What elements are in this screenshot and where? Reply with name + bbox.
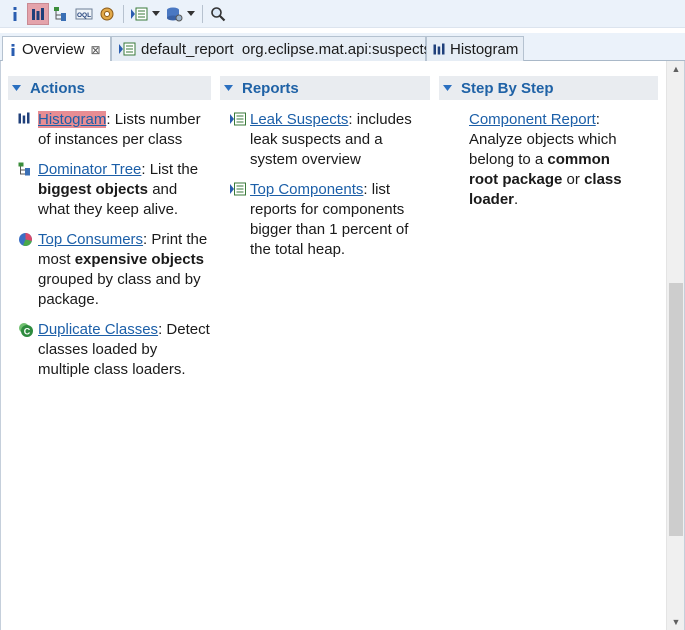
component-report-link[interactable]: Component Report [469, 111, 596, 128]
actions-section: Actions Histogram: Lists number of insta… [8, 76, 211, 380]
tab-histogram-label: Histogram [450, 40, 519, 58]
main-toolbar: OQL [0, 0, 685, 28]
reports-section: Reports Leak Suspects: includes leak sus… [220, 76, 430, 260]
duplicate-classes-link[interactable]: Duplicate Classes [38, 321, 158, 338]
heap-dump-details-icon[interactable] [96, 3, 118, 25]
step-component-report: Component Report: Analyze objects which … [439, 110, 658, 210]
tab-overview-label: Overview [22, 41, 85, 58]
dominator-tree-bold: biggest objects [38, 181, 149, 198]
action-dominator-tree: Dominator Tree: List the biggest objects… [8, 160, 211, 220]
histogram-icon [433, 43, 445, 55]
action-histogram: Histogram: Lists number of instances per… [8, 110, 211, 150]
step-by-step-title: Step By Step [461, 79, 554, 97]
oql-icon-label: OQL [77, 12, 91, 19]
report-icon [230, 180, 250, 260]
component-report-text-after: . [514, 191, 519, 208]
query-browser-icon[interactable] [163, 3, 185, 25]
info-icon [9, 43, 17, 57]
vertical-scrollbar[interactable]: ▲ ▼ [666, 61, 684, 630]
search-icon[interactable] [207, 3, 229, 25]
run-report-icon[interactable] [128, 3, 150, 25]
scroll-up-icon[interactable]: ▲ [667, 61, 685, 77]
tab-overview[interactable]: Overview ⊠ [2, 36, 111, 62]
report-leak-suspects: Leak Suspects: includes leak suspects an… [220, 110, 430, 170]
toolbar-separator [123, 4, 124, 23]
svg-text:C: C [24, 327, 31, 337]
top-consumers-text-after: grouped by class and by package. [38, 271, 201, 308]
duplicate-classes-icon: C [18, 320, 38, 380]
expand-triangle-icon [12, 85, 24, 91]
run-report-dropdown-icon[interactable] [151, 3, 161, 25]
actions-header[interactable]: Actions [8, 76, 211, 100]
oql-icon[interactable]: OQL [73, 3, 95, 25]
top-components-link[interactable]: Top Components [250, 181, 363, 198]
tab-histogram[interactable]: Histogram [426, 36, 524, 61]
dominator-tree-icon [18, 160, 38, 220]
actions-title: Actions [30, 79, 86, 97]
close-icon[interactable]: ⊠ [91, 43, 101, 57]
info-icon[interactable] [4, 3, 26, 25]
action-duplicate-classes: C Duplicate Classes: Detect classes load… [8, 320, 211, 380]
report-icon [230, 110, 250, 170]
histogram-icon [18, 110, 38, 150]
expand-triangle-icon [443, 85, 455, 91]
tab-default-report-label: default_report org.eclipse.mat.api:suspe… [141, 40, 432, 58]
histogram-link[interactable]: Histogram [38, 111, 107, 128]
reports-header[interactable]: Reports [220, 76, 430, 100]
expand-triangle-icon [224, 85, 236, 91]
scroll-thumb[interactable] [669, 283, 683, 536]
tab-default-report[interactable]: default_report org.eclipse.mat.api:suspe… [111, 36, 431, 61]
action-top-consumers: Top Consumers: Print the most expensive … [8, 230, 211, 310]
top-consumers-bold: expensive objects [74, 251, 204, 268]
report-top-components: Top Components: list reports for compone… [220, 180, 430, 260]
dominator-tree-link[interactable]: Dominator Tree [38, 161, 141, 178]
dominator-tree-text-before: : List the [141, 161, 199, 178]
dominator-tree-icon[interactable] [50, 3, 72, 25]
editor-tab-bar: Overview ⊠ default_report org.eclipse.ma… [0, 33, 685, 62]
reports-title: Reports [242, 79, 299, 97]
top-consumers-icon [18, 230, 38, 310]
report-icon [118, 42, 136, 56]
top-consumers-link[interactable]: Top Consumers [38, 231, 143, 248]
scroll-down-icon[interactable]: ▼ [667, 614, 685, 630]
component-report-text-mid: or [562, 171, 585, 188]
query-browser-dropdown-icon[interactable] [186, 3, 196, 25]
toolbar-separator [202, 4, 203, 23]
histogram-icon[interactable] [27, 2, 49, 25]
leak-suspects-link[interactable]: Leak Suspects [250, 111, 348, 128]
step-by-step-section: Step By Step Component Report: Analyze o… [439, 76, 658, 210]
step-by-step-header[interactable]: Step By Step [439, 76, 658, 100]
